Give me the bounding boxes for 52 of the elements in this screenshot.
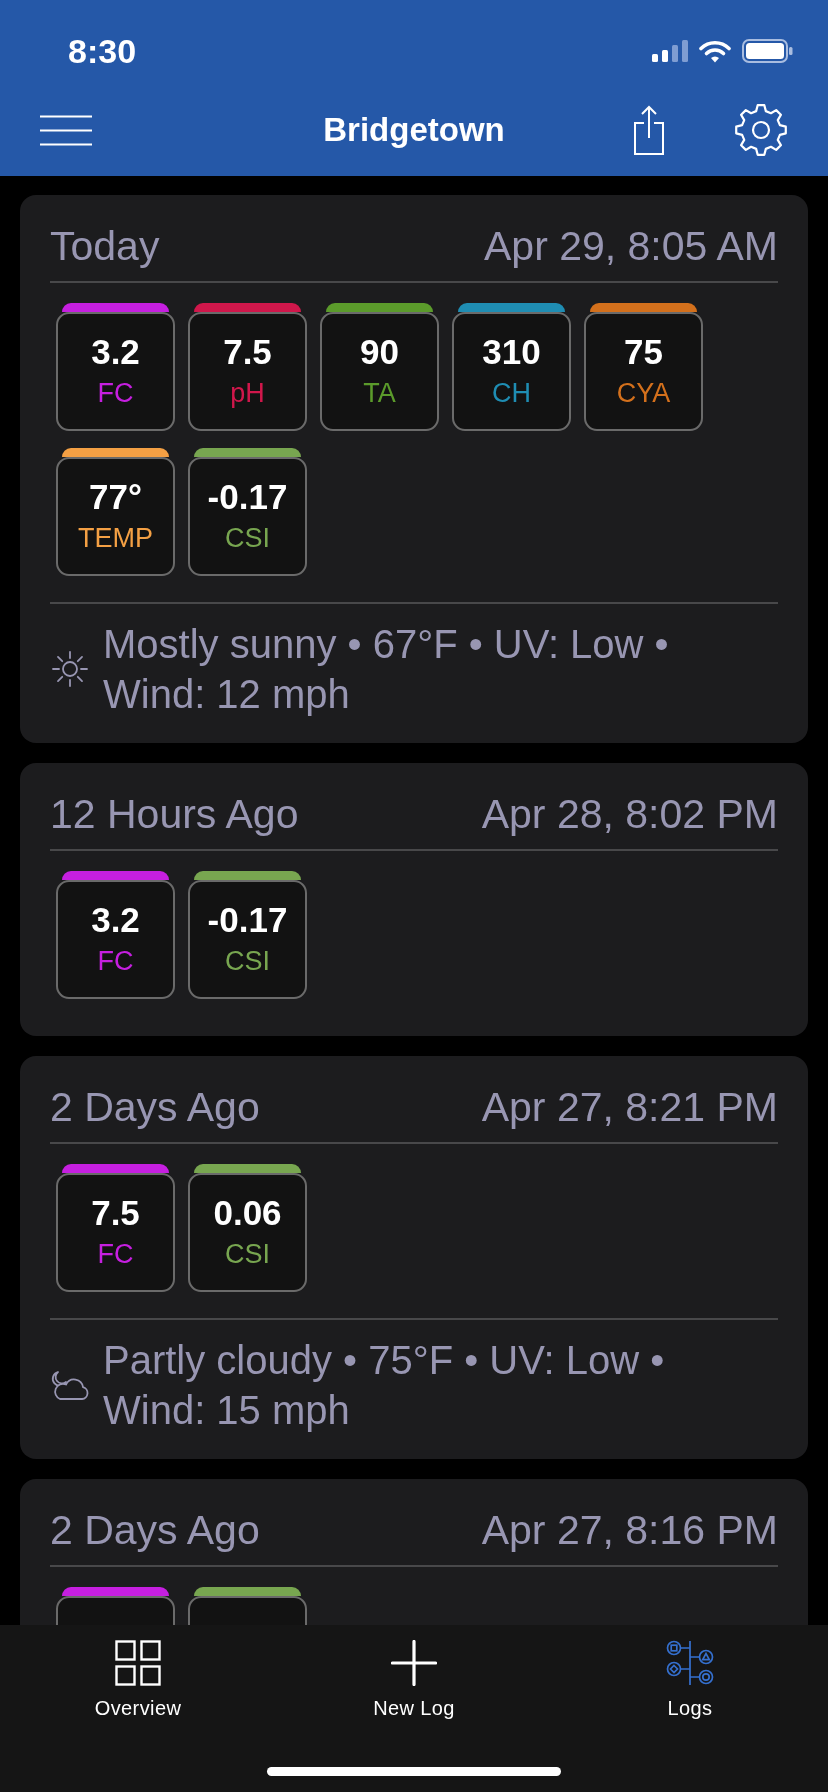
- wifi-icon: [699, 39, 731, 63]
- log-card[interactable]: 2 Days Ago Apr 27, 8:16 PM: [20, 1479, 808, 1625]
- log-title: 2 Days Ago: [50, 1083, 260, 1132]
- reading-value: 90: [360, 332, 399, 372]
- log-title: 2 Days Ago: [50, 1506, 260, 1555]
- reading-value: -0.17: [207, 477, 288, 517]
- reading-value: 7.5: [91, 1193, 140, 1233]
- reading-value: 7.5: [223, 332, 272, 372]
- tree-icon: [666, 1640, 714, 1686]
- reading-value: 75: [624, 332, 663, 372]
- reading-value: 3.2: [91, 900, 140, 940]
- reading-label: CSI: [225, 945, 270, 978]
- reading-value: 77°: [89, 477, 142, 517]
- share-icon[interactable]: [633, 104, 665, 156]
- sun-icon: [50, 649, 90, 689]
- log-card[interactable]: Today Apr 29, 8:05 AM 3.2 FC 7.5 pH 90 TA 310 CH 75 CYA 77° TEMP -0.17 CSI Mostly sunny • 67°F • UV: Low • Wind: 12 mph: [20, 195, 808, 743]
- log-card[interactable]: 2 Days Ago Apr 27, 8:21 PM 7.5 FC 0.06 CSI Partly cloudy • 75°F • UV: Low • Wind: 15 mph: [20, 1056, 808, 1459]
- nav-title: Bridgetown: [323, 110, 505, 150]
- reading-label: CYA: [616, 377, 671, 410]
- reading-label: FC: [97, 1238, 134, 1271]
- reading-label: FC: [97, 945, 134, 978]
- status-time: 8:30: [68, 31, 137, 71]
- tab-item[interactable]: Logs: [666, 1640, 714, 1720]
- log-date: Apr 27, 8:16 PM: [481, 1506, 778, 1555]
- cloud-moon-icon: [50, 1369, 90, 1401]
- tab-item[interactable]: New Log: [373, 1640, 455, 1720]
- reading-value: 310: [482, 332, 541, 372]
- log-date: Apr 27, 8:21 PM: [481, 1083, 778, 1132]
- reading-label: FC: [97, 377, 134, 410]
- reading-label: CSI: [225, 522, 270, 555]
- log-title: Today: [50, 222, 160, 271]
- log-title: 12 Hours Ago: [50, 790, 299, 839]
- log-card[interactable]: 12 Hours Ago Apr 28, 8:02 PM 3.2 FC -0.17 CSI: [20, 763, 808, 1036]
- menu-icon[interactable]: [40, 114, 92, 146]
- weather-text: Mostly sunny • 67°F • UV: Low • Wind: 12 mph: [103, 621, 670, 718]
- battery-icon: [742, 39, 793, 63]
- reading-label: pH: [230, 377, 265, 410]
- reading-label: CH: [492, 377, 531, 410]
- grid-icon: [115, 1640, 161, 1686]
- reading-label: TA: [363, 377, 396, 410]
- tab-item[interactable]: Overview: [94, 1640, 182, 1720]
- reading-label: TEMP: [78, 522, 153, 555]
- reading-value: 0.06: [213, 1193, 282, 1233]
- settings-icon[interactable]: [734, 103, 788, 157]
- log-date: Apr 28, 8:02 PM: [481, 790, 778, 839]
- weather-text: Partly cloudy • 75°F • UV: Low • Wind: 15 mph: [103, 1337, 666, 1434]
- signal-icon: [652, 40, 688, 62]
- plus-icon: [391, 1640, 437, 1686]
- reading-value: -0.17: [207, 900, 288, 940]
- log-date: Apr 29, 8:05 AM: [484, 222, 778, 271]
- reading-label: CSI: [225, 1238, 270, 1271]
- reading-value: 3.2: [91, 332, 140, 372]
